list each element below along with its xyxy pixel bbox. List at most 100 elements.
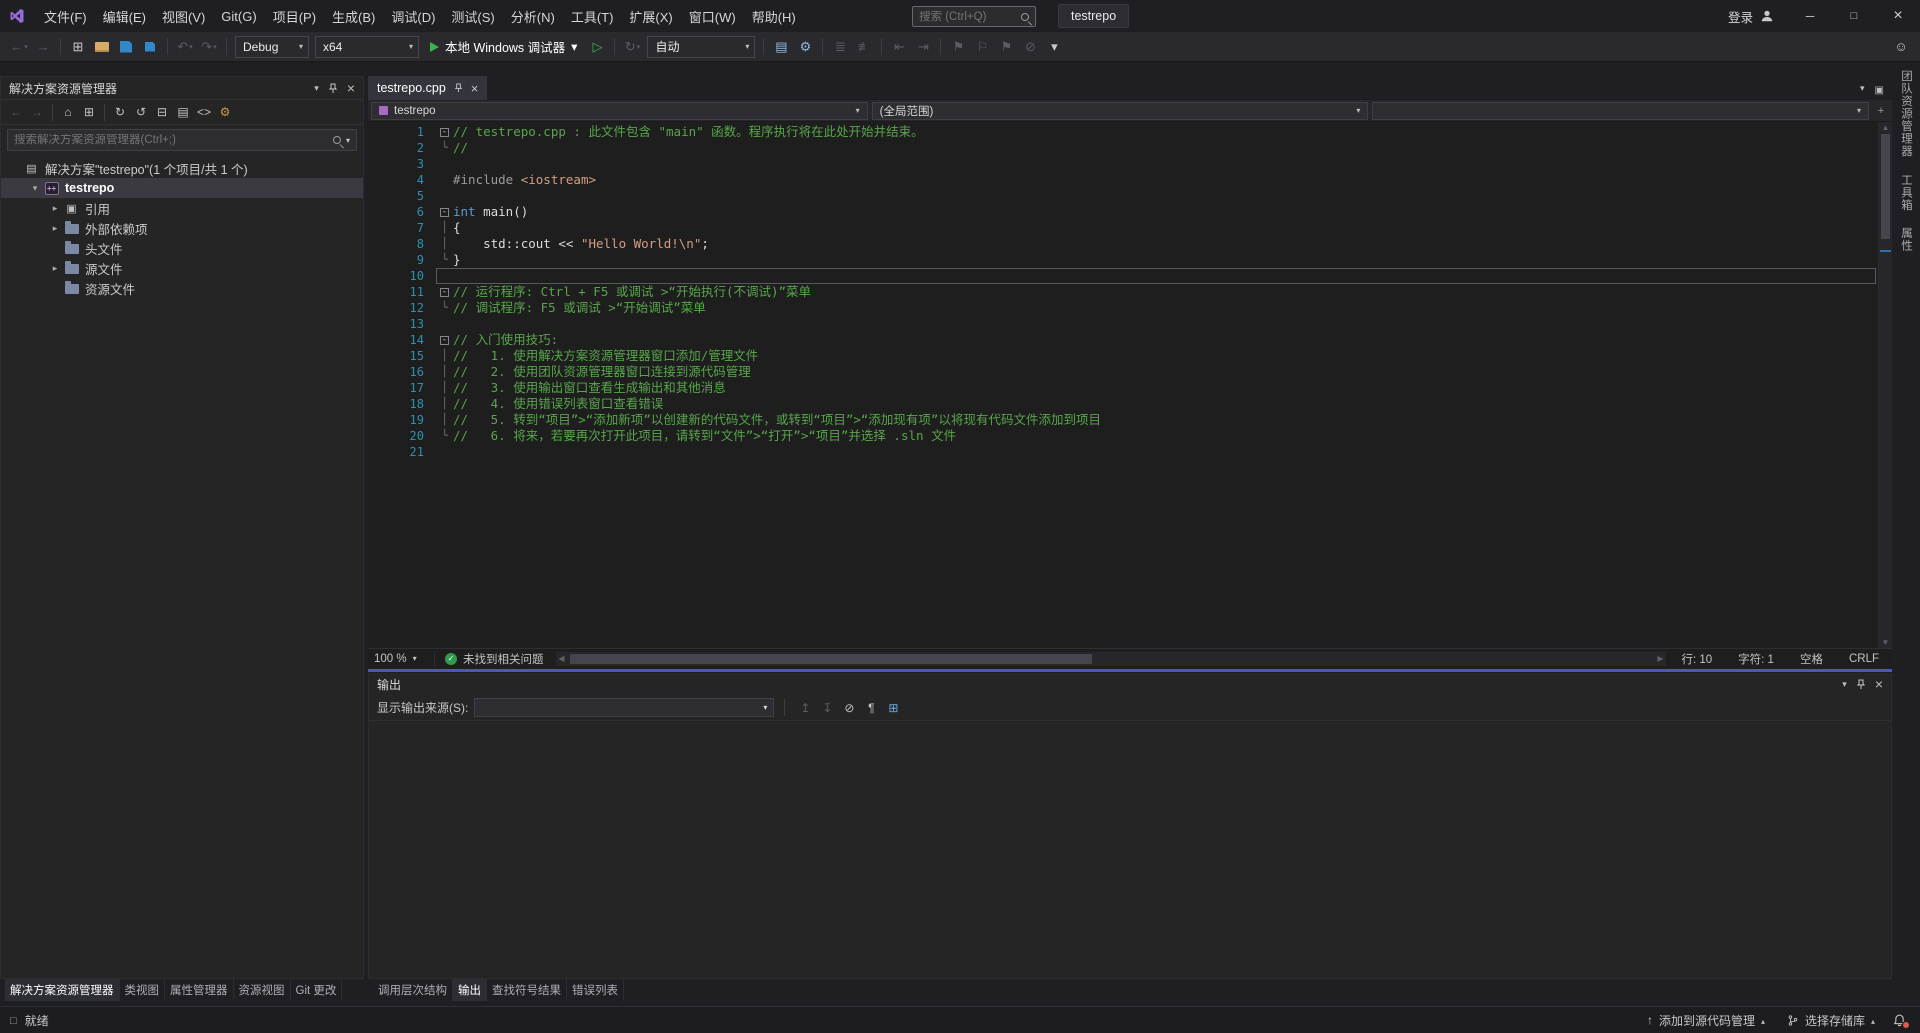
save-all-icon[interactable] <box>139 36 161 58</box>
output-header[interactable]: 输出 <box>369 673 1891 695</box>
nav-project-dropdown[interactable]: testrepo <box>371 102 868 120</box>
scroll-down-icon[interactable]: ▼ <box>1879 638 1892 647</box>
close-tab-icon[interactable] <box>471 81 479 96</box>
code-line-10[interactable]: 10 <box>368 268 1892 284</box>
properties-window-icon[interactable]: ⚙ <box>794 36 816 58</box>
global-search-input[interactable] <box>919 11 1017 23</box>
tab-testrepo-cpp[interactable]: testrepo.cpp <box>368 76 487 100</box>
sign-in-button[interactable]: 登录 <box>1714 0 1788 32</box>
fold-collapse-icon[interactable]: - <box>436 204 453 220</box>
code-line-19[interactable]: 19│// 5. 转到“项目”>“添加新项”以创建新的代码文件，或转到“项目”>… <box>368 412 1892 428</box>
menu-窗口(W)[interactable]: 窗口(W) <box>681 0 744 32</box>
menu-编辑(E)[interactable]: 编辑(E) <box>95 0 154 32</box>
menu-项目(P)[interactable]: 项目(P) <box>265 0 324 32</box>
minimize-button[interactable] <box>1788 0 1832 32</box>
expander-icon[interactable]: ▸ <box>47 203 63 214</box>
menu-视图(V)[interactable]: 视图(V) <box>154 0 213 32</box>
panel-tab-错误列表[interactable]: 错误列表 <box>567 979 624 1001</box>
code-line-21[interactable]: 21 <box>368 444 1892 460</box>
scrollbar-thumb[interactable] <box>1881 134 1890 239</box>
switch-views-icon[interactable]: ⊞ <box>79 102 99 122</box>
close-icon[interactable] <box>347 80 355 96</box>
document-health-indicator[interactable]: 未找到相关问题 <box>434 651 554 667</box>
side-tab-工具箱[interactable]: 工具箱 <box>1898 174 1914 212</box>
panel-tab-解决方案资源管理器[interactable]: 解决方案资源管理器 <box>5 979 120 1001</box>
code-line-9[interactable]: 9└} <box>368 252 1892 268</box>
panel-tab-Git 更改[interactable]: Git 更改 <box>291 979 343 1001</box>
expander-icon[interactable]: ▸ <box>47 223 63 234</box>
add-to-source-control-button[interactable]: 添加到源代码管理 <box>1639 1012 1773 1029</box>
start-debugging-button[interactable]: 本地 Windows 调试器 <box>423 35 584 59</box>
word-wrap-icon[interactable]: ¶ <box>861 698 881 718</box>
fold-collapse-icon[interactable]: - <box>436 332 453 348</box>
zoom-dropdown[interactable]: 100 % <box>368 653 434 665</box>
code-line-18[interactable]: 18│// 4. 使用错误列表窗口查看错误 <box>368 396 1892 412</box>
background-tasks-icon[interactable] <box>10 1013 17 1027</box>
panel-tab-调用层次结构[interactable]: 调用层次结构 <box>373 979 453 1001</box>
pin-icon[interactable] <box>328 83 338 94</box>
side-tab-属性[interactable]: 属性 <box>1898 227 1914 252</box>
code-editor[interactable]: 1-// testrepo.cpp : 此文件包含 "main" 函数。程序执行… <box>368 122 1892 648</box>
view-code-icon[interactable]: <> <box>194 102 214 122</box>
document-options-icon[interactable] <box>1875 81 1884 96</box>
collapse-all-icon[interactable]: ⊟ <box>152 102 172 122</box>
panel-tab-类视图[interactable]: 类视图 <box>120 979 166 1001</box>
maximize-button[interactable] <box>1832 0 1876 32</box>
menu-测试(S)[interactable]: 测试(S) <box>443 0 502 32</box>
code-line-2[interactable]: 2└// <box>368 140 1892 156</box>
toolbar-options-icon[interactable]: ▾ <box>1043 36 1065 58</box>
code-line-17[interactable]: 17│// 3. 使用输出窗口查看生成输出和其他消息 <box>368 380 1892 396</box>
code-line-20[interactable]: 20└// 6. 将来，若要再次打开此项目，请转到“文件”>“打开”>“项目”并… <box>368 428 1892 444</box>
sync-with-active-document-icon[interactable]: ↻ <box>110 102 130 122</box>
code-line-12[interactable]: 12└// 调试程序: F5 或调试 >“开始调试”菜单 <box>368 300 1892 316</box>
scroll-up-icon[interactable]: ▲ <box>1879 123 1892 132</box>
expander-icon[interactable]: ▾ <box>27 183 43 194</box>
notifications-button[interactable] <box>1889 1013 1910 1027</box>
split-window-handle[interactable]: + <box>1873 105 1889 117</box>
select-repository-button[interactable]: 选择存储库 <box>1779 1012 1883 1029</box>
close-button[interactable] <box>1876 0 1920 32</box>
properties-icon[interactable]: ⚙ <box>215 102 235 122</box>
code-line-16[interactable]: 16│// 2. 使用团队资源管理器窗口连接到源代码管理 <box>368 364 1892 380</box>
menu-帮助(H)[interactable]: 帮助(H) <box>744 0 804 32</box>
clear-all-icon[interactable]: ⊘ <box>839 698 859 718</box>
tree-item-解决方案"testrepo"(1 个项目/共 1 个)[interactable]: ▤解决方案"testrepo"(1 个项目/共 1 个) <box>1 158 363 178</box>
menu-扩展(X)[interactable]: 扩展(X) <box>621 0 680 32</box>
code-line-13[interactable]: 13 <box>368 316 1892 332</box>
tree-item-外部依赖项[interactable]: ▸外部依赖项 <box>1 218 363 238</box>
status-line-ending[interactable]: CRLF <box>1836 653 1892 665</box>
new-project-icon[interactable]: ⊞ <box>67 36 89 58</box>
horizontal-scrollbar[interactable]: ◀ ▶ <box>556 652 1667 666</box>
pin-icon[interactable] <box>454 83 463 93</box>
menu-文件(F)[interactable]: 文件(F) <box>36 0 95 32</box>
show-all-files-icon[interactable]: ▤ <box>173 102 193 122</box>
send-feedback-icon[interactable]: ☺ <box>1890 36 1912 58</box>
scroll-left-icon[interactable]: ◀ <box>556 652 568 666</box>
panel-tab-资源视图[interactable]: 资源视图 <box>234 979 291 1001</box>
menu-工具(T)[interactable]: 工具(T) <box>563 0 622 32</box>
solution-explorer-toggle-icon[interactable]: ▤ <box>770 36 792 58</box>
code-line-1[interactable]: 1-// testrepo.cpp : 此文件包含 "main" 函数。程序执行… <box>368 124 1892 140</box>
code-line-15[interactable]: 15│// 1. 使用解决方案资源管理器窗口添加/管理文件 <box>368 348 1892 364</box>
global-search-box[interactable] <box>912 6 1036 27</box>
expander-icon[interactable]: ▸ <box>47 263 63 274</box>
window-position-icon[interactable] <box>1842 679 1847 690</box>
active-files-dropdown-icon[interactable] <box>1860 83 1865 94</box>
code-line-3[interactable]: 3 <box>368 156 1892 172</box>
pin-icon[interactable] <box>1856 679 1866 690</box>
fold-collapse-icon[interactable]: - <box>436 124 453 140</box>
tree-item-资源文件[interactable]: 资源文件 <box>1 278 363 298</box>
code-line-4[interactable]: 4#include <iostream> <box>368 172 1892 188</box>
nav-member-dropdown[interactable] <box>1372 102 1869 120</box>
open-file-icon[interactable] <box>91 36 113 58</box>
status-indent-mode[interactable]: 空格 <box>1787 651 1836 667</box>
refresh-icon[interactable]: ↺ <box>131 102 151 122</box>
solution-explorer-header[interactable]: 解决方案资源管理器 <box>1 77 363 99</box>
menu-调试(D)[interactable]: 调试(D) <box>383 0 443 32</box>
code-line-8[interactable]: 8│ std::cout << "Hello World!\n"; <box>368 236 1892 252</box>
solution-search-input[interactable] <box>14 134 329 146</box>
panel-tab-输出[interactable]: 输出 <box>453 979 487 1001</box>
code-line-6[interactable]: 6-int main() <box>368 204 1892 220</box>
code-line-5[interactable]: 5 <box>368 188 1892 204</box>
menu-分析(N)[interactable]: 分析(N) <box>503 0 563 32</box>
